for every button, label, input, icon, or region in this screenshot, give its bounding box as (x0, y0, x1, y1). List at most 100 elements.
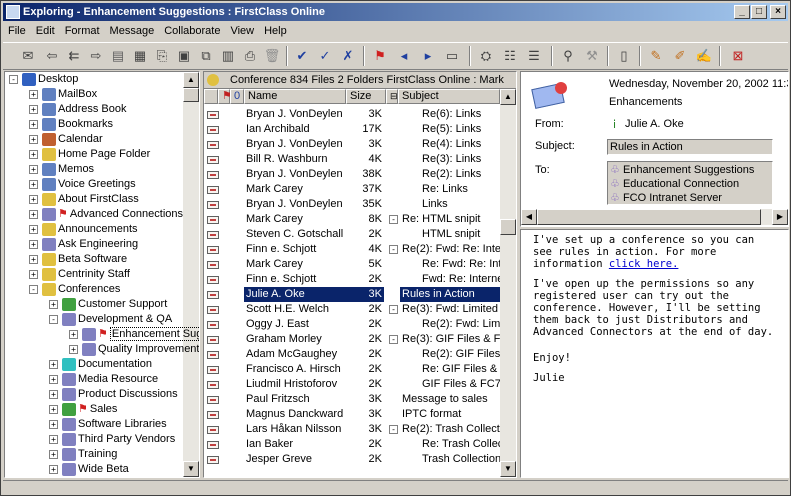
expand-toggle[interactable]: + (49, 390, 58, 399)
new-message-icon[interactable]: ✉ (19, 47, 37, 65)
expand-toggle[interactable]: + (69, 330, 78, 339)
message-row[interactable]: Scott H.E. Welch 2K - Re(3): Fwd: Limited (204, 302, 500, 317)
message-row[interactable]: Bill R. Washburn 4K Re(3): Links (204, 152, 500, 167)
thread-toggle[interactable]: - (389, 305, 398, 314)
message-row[interactable]: Liudmil Hristoforov 2K GIF Files & FC7 (204, 377, 500, 392)
message-row[interactable]: Paul Fritzsch 3K Message to sales (204, 392, 500, 407)
mark-read-icon[interactable]: ✓ (316, 47, 334, 65)
collapse-toggle[interactable]: - (49, 315, 58, 324)
message-row[interactable]: Mark Carey 5K Re: Fwd: Re: Inte (204, 257, 500, 272)
expand-toggle[interactable]: + (29, 105, 38, 114)
expand-toggle[interactable]: + (49, 435, 58, 444)
scroll-thumb[interactable] (500, 219, 516, 235)
col-attachment[interactable]: 0 (230, 89, 244, 104)
message-row[interactable]: Graham Morley 2K - Re(3): GIF Files & FC (204, 332, 500, 347)
menu-message[interactable]: Message (105, 23, 160, 39)
scroll-up-button[interactable]: ▲ (183, 72, 199, 88)
message-row[interactable]: Steven C. Gotschall 2K HTML snipit (204, 227, 500, 242)
col-subject[interactable]: Subject (398, 89, 500, 104)
message-row[interactable]: Lars Håkan Nilsson 3K - Re(2): Trash Collec… (204, 422, 500, 437)
thread-toggle[interactable]: - (389, 245, 398, 254)
paste-icon[interactable]: ▥ (219, 47, 237, 65)
click-here-link[interactable]: click here. (609, 258, 679, 270)
expand-toggle[interactable]: + (49, 465, 58, 474)
scroll-thumb[interactable] (183, 88, 199, 102)
scroll-down-button[interactable]: ▼ (500, 461, 516, 477)
scroll-up-button[interactable]: ▲ (500, 89, 516, 105)
mark-unread-icon[interactable]: ✗ (339, 47, 357, 65)
file-icon[interactable]: ▤ (109, 47, 127, 65)
copy-icon[interactable]: ⧉ (197, 47, 215, 65)
col-size[interactable]: Size (346, 89, 386, 104)
menu-format[interactable]: Format (60, 23, 105, 39)
next-icon[interactable]: ▸ (419, 47, 437, 65)
list-scrollbar[interactable]: ▲ ▼ (500, 89, 516, 477)
expand-toggle[interactable]: + (29, 210, 38, 219)
recipient-item[interactable]: ♧ FCO Intranet Server (610, 191, 772, 205)
to-list[interactable]: ♧ Enhancement Suggestions ♧ Educational … (607, 161, 773, 205)
expand-toggle[interactable]: + (69, 345, 78, 354)
expand-toggle[interactable]: + (49, 450, 58, 459)
attach-icon[interactable]: ⎘ (153, 47, 171, 65)
col-flag[interactable]: ⚑ (218, 89, 232, 104)
close-button[interactable]: × (770, 5, 786, 19)
delete-icon[interactable]: ⊠ (729, 47, 747, 65)
message-row[interactable]: Finn e. Schjott 2K Fwd: Re: Interne (204, 272, 500, 287)
expand-toggle[interactable]: + (49, 360, 58, 369)
who-is-online-icon[interactable]: ⛭ (477, 47, 495, 65)
scroll-down-button[interactable]: ▼ (183, 461, 199, 477)
message-row[interactable]: Ian Archibald 17K Re(5): Links (204, 122, 500, 137)
open-folder-icon[interactable]: ▭ (443, 47, 461, 65)
expand-toggle[interactable]: + (49, 405, 58, 414)
message-body[interactable]: I've set up a conference so you can see … (520, 229, 789, 478)
save-icon[interactable]: ▣ (175, 47, 193, 65)
expand-toggle[interactable]: + (29, 120, 38, 129)
tools-icon[interactable]: ⚒ (583, 47, 601, 65)
menu-collaborate[interactable]: Collaborate (159, 23, 225, 39)
message-row[interactable]: Bryan J. VonDeylen 35K Links (204, 197, 500, 212)
expand-toggle[interactable]: + (49, 420, 58, 429)
menu-view[interactable]: View (225, 23, 259, 39)
expand-toggle[interactable]: + (29, 225, 38, 234)
message-row[interactable]: Bryan J. VonDeylen 3K Re(6): Links (204, 107, 500, 122)
collapse-toggle[interactable]: - (29, 285, 38, 294)
expand-toggle[interactable]: + (29, 255, 38, 264)
message-row[interactable]: Jesper Greve 2K Trash Collection (204, 452, 500, 467)
trash-icon[interactable]: 🗑 (263, 47, 281, 65)
tree-scrollbar[interactable]: ▲ ▼ (183, 72, 199, 477)
thread-toggle[interactable]: - (389, 335, 398, 344)
from-value[interactable]: Julie A. Oke (625, 118, 684, 130)
message-row[interactable]: Adam McGaughey 2K Re(2): GIF Files (204, 347, 500, 362)
menu-file[interactable]: File (3, 23, 31, 39)
expand-toggle[interactable]: + (29, 195, 38, 204)
scroll-right-button[interactable]: ▶ (772, 209, 788, 225)
expand-toggle[interactable]: + (29, 270, 38, 279)
flag-icon[interactable]: ⚑ (371, 47, 389, 65)
check-mail-icon[interactable]: ✔ (293, 47, 311, 65)
history-icon[interactable]: ☰ (525, 47, 543, 65)
col-thread[interactable]: ⊟ (386, 89, 398, 104)
directory-icon[interactable]: ☷ (501, 47, 519, 65)
expand-toggle[interactable]: + (29, 90, 38, 99)
recipient-item[interactable]: ♧ Enhancement Suggestions (610, 163, 772, 177)
message-row[interactable]: Ian Baker 2K Re: Trash Collec (204, 437, 500, 452)
expand-toggle[interactable]: + (29, 180, 38, 189)
scroll-thumb[interactable] (537, 209, 761, 225)
rule-edit-icon[interactable]: ✐ (671, 47, 689, 65)
message-row[interactable]: Finn e. Schjott 4K - Re(2): Fwd: Re: Inter (204, 242, 500, 257)
rule-run-icon[interactable]: ✍ (695, 47, 713, 65)
previous-icon[interactable]: ◂ (395, 47, 413, 65)
recipient-item[interactable]: ♧ Educational Connection (610, 177, 772, 191)
message-row[interactable]: Oggy J. East 2K Re(2): Fwd: Limi (204, 317, 500, 332)
reply-icon[interactable]: ⇦ (43, 47, 61, 65)
message-row[interactable]: Mark Carey 8K - Re: HTML snipit (204, 212, 500, 227)
forward-icon[interactable]: ⇨ (87, 47, 105, 65)
menu-edit[interactable]: Edit (31, 23, 60, 39)
thread-toggle[interactable]: - (389, 425, 398, 434)
expand-toggle[interactable]: + (29, 165, 38, 174)
message-row[interactable]: Bryan J. VonDeylen 3K Re(4): Links (204, 137, 500, 152)
header-hscrollbar[interactable]: ◀ ▶ (521, 209, 788, 225)
expand-toggle[interactable]: + (49, 300, 58, 309)
message-row[interactable]: Magnus Danckward 3K IPTC format (204, 407, 500, 422)
subject-field[interactable]: Rules in Action (607, 139, 773, 155)
